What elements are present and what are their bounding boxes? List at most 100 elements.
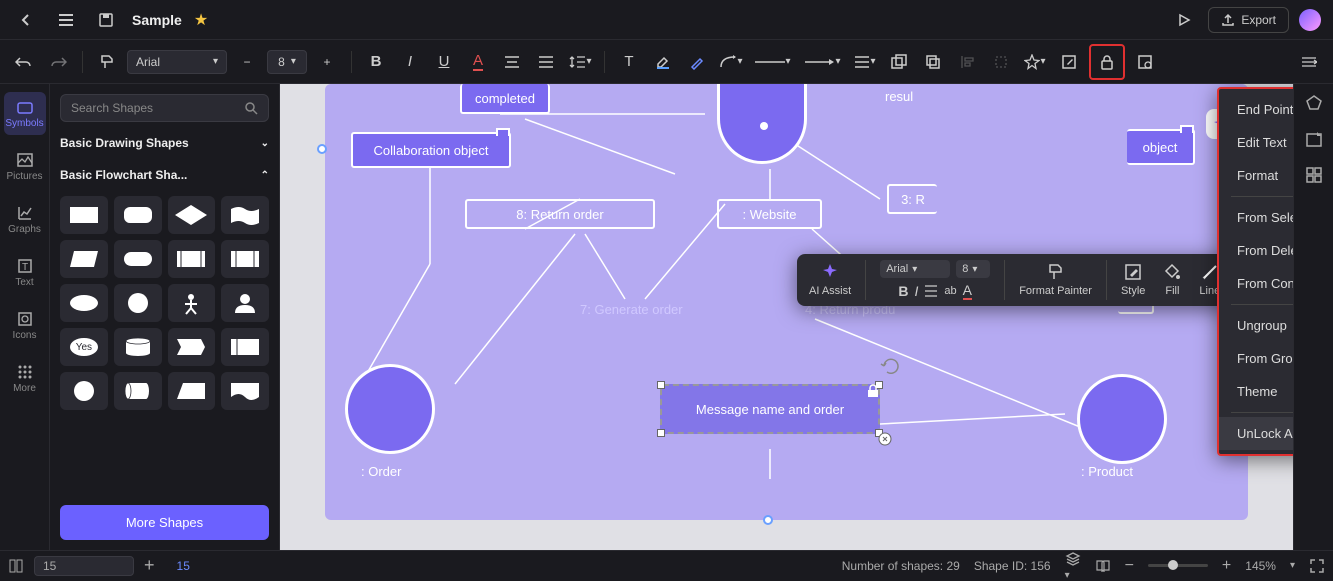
- sidebar-item-text[interactable]: T Text: [4, 251, 46, 294]
- sb-pages-icon[interactable]: [8, 558, 24, 574]
- font-color-button[interactable]: A: [464, 48, 492, 76]
- shape-subroutine2[interactable]: [221, 240, 269, 278]
- anchor-bottom[interactable]: [763, 515, 773, 525]
- ft-case[interactable]: ab: [944, 285, 956, 297]
- canvas-shape-collab[interactable]: Collaboration object: [351, 132, 511, 168]
- ft-align-icon[interactable]: [924, 285, 938, 297]
- connector-button[interactable]: ▾: [717, 48, 745, 76]
- shape-parallelogram[interactable]: [60, 240, 108, 278]
- canvas-circle-product[interactable]: [1077, 374, 1167, 464]
- more-shapes-button[interactable]: More Shapes: [60, 505, 269, 540]
- line-spacing-button[interactable]: ▾: [566, 48, 594, 76]
- menu-edit-text[interactable]: Edit Text: [1219, 126, 1293, 159]
- shape-capsule[interactable]: [114, 240, 162, 278]
- shape-cylinder-h[interactable]: [114, 372, 162, 410]
- distribute-button[interactable]: ▾: [851, 48, 879, 76]
- zoom-value[interactable]: 145%: [1245, 559, 1276, 573]
- menu-from-connection[interactable]: From Connection: [1219, 267, 1293, 300]
- shape-subroutine[interactable]: [168, 240, 216, 278]
- canvas-shape-message-selected[interactable]: Message name and order: [660, 384, 880, 434]
- font-size-select[interactable]: 8▾: [267, 50, 307, 74]
- effects-button[interactable]: ▾: [1021, 48, 1049, 76]
- align-v-button[interactable]: [532, 48, 560, 76]
- ft-fill[interactable]: Fill: [1159, 260, 1185, 300]
- menu-from-group-formatting[interactable]: From Group Formatting: [1219, 342, 1293, 375]
- group-button[interactable]: [885, 48, 913, 76]
- shape-card[interactable]: [221, 328, 269, 366]
- sidebar-item-symbols[interactable]: Symbols: [4, 92, 46, 135]
- shape-yes[interactable]: Yes: [60, 328, 108, 366]
- shape-roundrect[interactable]: [114, 196, 162, 234]
- rb-shape-icon[interactable]: [1305, 94, 1323, 112]
- canvas-circle-order[interactable]: [345, 364, 435, 454]
- sidebar-item-pictures[interactable]: Pictures: [4, 145, 46, 188]
- ft-color[interactable]: A: [963, 282, 972, 300]
- menu-from-deletion[interactable]: From Deletion: [1219, 234, 1293, 267]
- arrow-style-button[interactable]: ▾: [801, 48, 845, 76]
- canvor-left[interactable]: [317, 144, 327, 154]
- sidebar-item-more[interactable]: More: [4, 357, 46, 400]
- ft-format-painter[interactable]: Format Painter: [1015, 260, 1096, 300]
- shape-person[interactable]: [168, 284, 216, 322]
- italic-button[interactable]: I: [396, 48, 424, 76]
- menu-format[interactable]: Format: [1219, 159, 1293, 192]
- collapse-toolbar-button[interactable]: [1295, 48, 1323, 76]
- redo-button[interactable]: [44, 48, 72, 76]
- shape-user[interactable]: [221, 284, 269, 322]
- ft-ai-assist[interactable]: AI Assist: [805, 260, 855, 300]
- underline-button[interactable]: U: [430, 48, 458, 76]
- menu-from-selection[interactable]: From Selection: [1219, 201, 1293, 234]
- menu-theme[interactable]: Theme: [1219, 375, 1293, 408]
- canvas-shape-website[interactable]: : Website: [717, 199, 822, 229]
- search-input[interactable]: Search Shapes: [60, 94, 269, 122]
- canvas-shape-return-order[interactable]: 8: Return order: [465, 199, 655, 229]
- menu-button[interactable]: [52, 6, 80, 34]
- text-tool-button[interactable]: T: [615, 48, 643, 76]
- zoom-in-button[interactable]: +: [1222, 557, 1231, 575]
- menu-end-point[interactable]: End Point: [1219, 93, 1293, 126]
- line-style-button[interactable]: ▾: [751, 48, 795, 76]
- play-button[interactable]: [1170, 6, 1198, 34]
- format-painter-icon[interactable]: [93, 48, 121, 76]
- shape-circle[interactable]: [114, 284, 162, 322]
- shape-circle2[interactable]: [60, 372, 108, 410]
- menu-ungroup[interactable]: Ungroup: [1219, 309, 1293, 342]
- font-family-select[interactable]: Arial▾: [127, 50, 227, 74]
- page-number-input[interactable]: 15: [34, 556, 134, 576]
- ft-italic[interactable]: I: [915, 283, 919, 299]
- page-link[interactable]: 15: [177, 559, 190, 573]
- canvas-area[interactable]: completed Collaboration object 8: Return…: [280, 84, 1293, 550]
- align-h-button[interactable]: [498, 48, 526, 76]
- preview-button[interactable]: [1131, 48, 1159, 76]
- undo-button[interactable]: [10, 48, 38, 76]
- section-basic-flowchart[interactable]: Basic Flowchart Sha... ⌃: [60, 164, 269, 186]
- sb-layers-icon[interactable]: ▾: [1065, 551, 1081, 581]
- rotate-handle-icon[interactable]: [880, 354, 902, 376]
- ft-bold[interactable]: B: [898, 283, 908, 299]
- sidebar-item-icons[interactable]: Icons: [4, 304, 46, 347]
- font-size-decrease[interactable]: −: [233, 48, 261, 76]
- ft-style[interactable]: Style: [1117, 260, 1149, 300]
- export-button[interactable]: Export: [1208, 7, 1289, 33]
- crop-button[interactable]: [987, 48, 1015, 76]
- shape-wave[interactable]: [221, 196, 269, 234]
- rb-grid-icon[interactable]: [1305, 166, 1323, 184]
- ft-font-size[interactable]: 8▾: [956, 260, 990, 278]
- pen-button[interactable]: [683, 48, 711, 76]
- shape-document[interactable]: [221, 372, 269, 410]
- shape-flag[interactable]: [168, 328, 216, 366]
- section-basic-drawing[interactable]: Basic Drawing Shapes ⌄: [60, 132, 269, 154]
- back-button[interactable]: [12, 6, 40, 34]
- canvas-circle-top[interactable]: [717, 84, 807, 164]
- canvas-shape-object-right[interactable]: object: [1127, 129, 1195, 165]
- layers-button[interactable]: [919, 48, 947, 76]
- sidebar-item-graphs[interactable]: Graphs: [4, 198, 46, 241]
- resize-handle-icon[interactable]: [878, 432, 892, 446]
- ft-font-family[interactable]: Arial▾: [880, 260, 950, 278]
- rb-export-icon[interactable]: [1305, 130, 1323, 148]
- star-icon[interactable]: ★: [194, 10, 208, 30]
- avatar[interactable]: [1299, 9, 1321, 31]
- lock-button[interactable]: [1093, 48, 1121, 76]
- shape-cylinder[interactable]: [114, 328, 162, 366]
- canvas-shape-3r[interactable]: 3: R: [887, 184, 937, 214]
